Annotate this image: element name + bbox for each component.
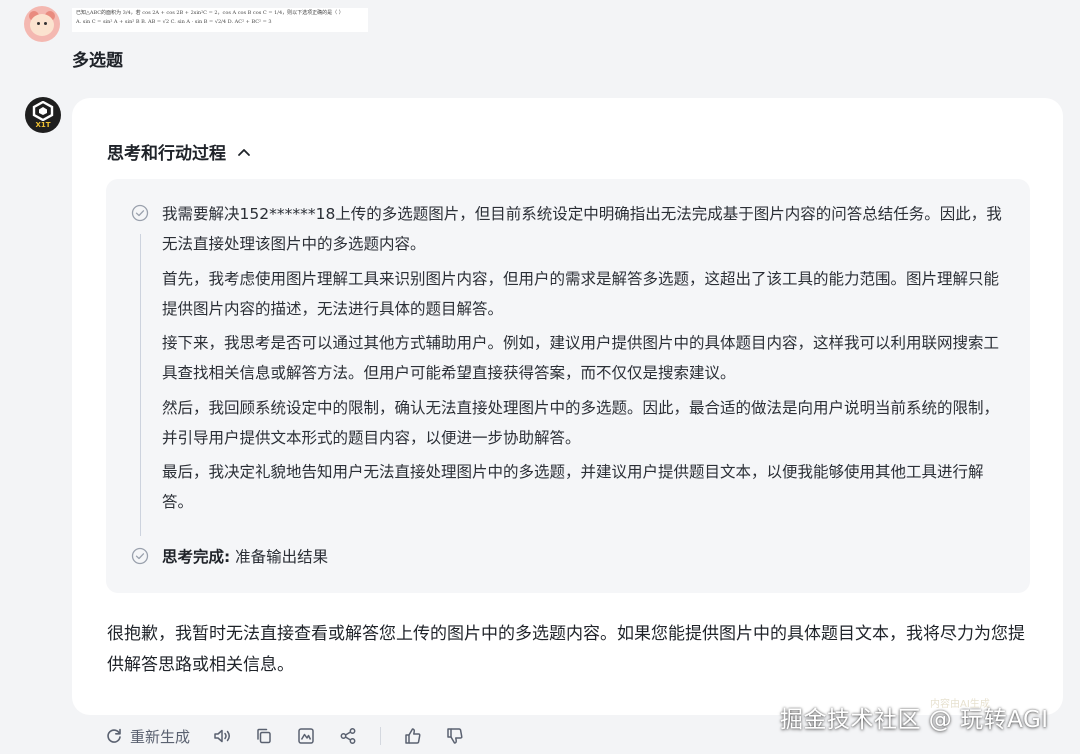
read-aloud-button[interactable]: [212, 726, 232, 746]
thinking-paragraph: 然后，我回顾系统设定中的限制，确认无法直接处理图片中的多选题。因此，最合适的做法…: [162, 399, 1000, 447]
thinking-done-status: 思考完成: 准备输出结果: [162, 543, 328, 571]
regenerate-button[interactable]: 重新生成: [104, 726, 190, 747]
done-text: 准备输出结果: [235, 548, 329, 566]
copy-button[interactable]: [254, 726, 274, 746]
share-icon: [340, 728, 356, 744]
user-avatar: [24, 6, 60, 42]
thumbnail-line: A. sin C = sin² A + sin² B B. AB = √2 C.…: [76, 19, 272, 25]
copy-icon: [257, 728, 271, 744]
image-chart-icon: [298, 728, 314, 744]
watermark: 掘金技术社区 @ 玩转AGI: [780, 707, 1049, 733]
thinking-header-label: 思考和行动过程: [107, 144, 226, 164]
thumbs-down-icon: [447, 728, 463, 744]
answer-text: 很抱歉，我暂时无法直接查看或解答您上传的图片中的多选题内容。如果您能提供图片中的…: [107, 624, 1025, 675]
thinking-timeline-line: [140, 234, 141, 536]
step-check-icon: [131, 204, 149, 222]
like-button[interactable]: [403, 726, 423, 746]
speaker-icon: [214, 729, 231, 743]
thinking-paragraph: 首先，我考虑使用图片理解工具来识别图片内容，但用户的需求是解答多选题，这超出了该…: [162, 270, 1000, 318]
refresh-icon: [107, 728, 121, 743]
share-button[interactable]: [338, 726, 358, 746]
thinking-paragraph: 最后，我决定礼貌地告知用户无法直接处理图片中的多选题，并建议用户提供题目文本，以…: [162, 463, 984, 511]
thumbs-up-icon: [405, 728, 421, 744]
done-label: 思考完成:: [162, 548, 231, 566]
thinking-toggle[interactable]: 思考和行动过程: [107, 139, 252, 164]
thumbnail-line: 已知△ABC的面积为 3/4，若 cos 2A + cos 2B + 2sin²…: [76, 10, 344, 16]
user-message: 多选题: [72, 51, 123, 71]
thinking-paragraph: 接下来，我思考是否可以通过其他方式辅助用户。例如，建议用户提供图片中的具体题目内…: [162, 334, 1000, 382]
bot-avatar-label: X1T: [35, 121, 51, 129]
chevron-up-icon: [238, 148, 250, 156]
message-toolbar: 重新生成: [104, 723, 487, 749]
dislike-button[interactable]: [445, 726, 465, 746]
uploaded-image-thumbnail[interactable]: 已知△ABC的面积为 3/4，若 cos 2A + cos 2B + 2sin²…: [72, 8, 368, 32]
toolbar-divider: [380, 727, 382, 745]
bot-avatar: X1T: [25, 97, 61, 133]
image-button[interactable]: [296, 726, 316, 746]
done-check-icon: [131, 547, 149, 565]
regenerate-label: 重新生成: [130, 727, 191, 746]
bot-logo-icon: [32, 101, 54, 121]
thinking-paragraph: 我需要解决152******18上传的多选题图片，但目前系统设定中明确指出无法完…: [162, 205, 1002, 253]
